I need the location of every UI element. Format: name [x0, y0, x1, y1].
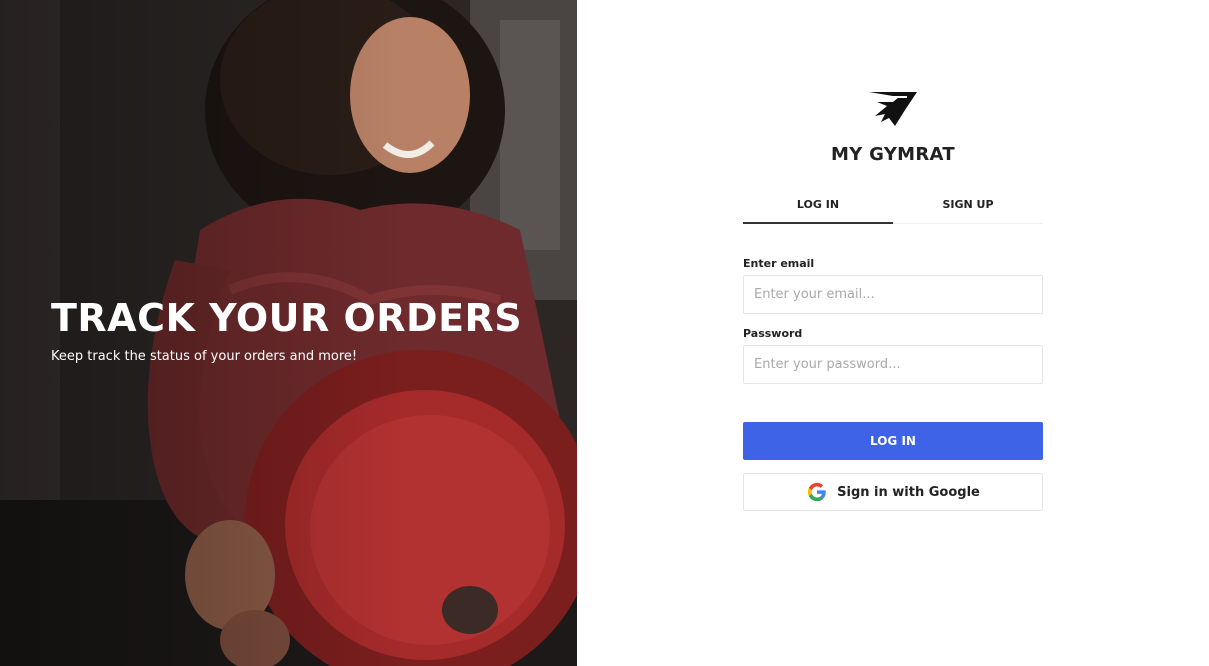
email-label: Enter email: [743, 257, 815, 270]
google-signin-button[interactable]: Sign in with Google: [743, 473, 1043, 511]
auth-tabs: LOG IN SIGN UP: [743, 190, 1043, 224]
hero-panel: TRACK YOUR ORDERS Keep track the status …: [0, 0, 577, 666]
login-page: TRACK YOUR ORDERS Keep track the status …: [0, 0, 1209, 666]
tab-signup[interactable]: SIGN UP: [893, 190, 1043, 224]
google-button-label: Sign in with Google: [837, 484, 980, 500]
email-field[interactable]: [743, 275, 1043, 314]
google-icon: [807, 482, 826, 502]
login-panel: MY GYMRAT LOG IN SIGN UP Enter email Pas…: [577, 0, 1209, 666]
tab-login[interactable]: LOG IN: [743, 190, 893, 224]
hero-subtitle: Keep track the status of your orders and…: [51, 349, 358, 364]
brand-name: MY GYMRAT: [831, 144, 955, 165]
login-button[interactable]: LOG IN: [743, 422, 1043, 460]
password-field[interactable]: [743, 345, 1043, 384]
gymshark-shark-icon: [869, 92, 917, 126]
hero-title: TRACK YOUR ORDERS: [51, 296, 523, 340]
password-label: Password: [743, 327, 803, 340]
